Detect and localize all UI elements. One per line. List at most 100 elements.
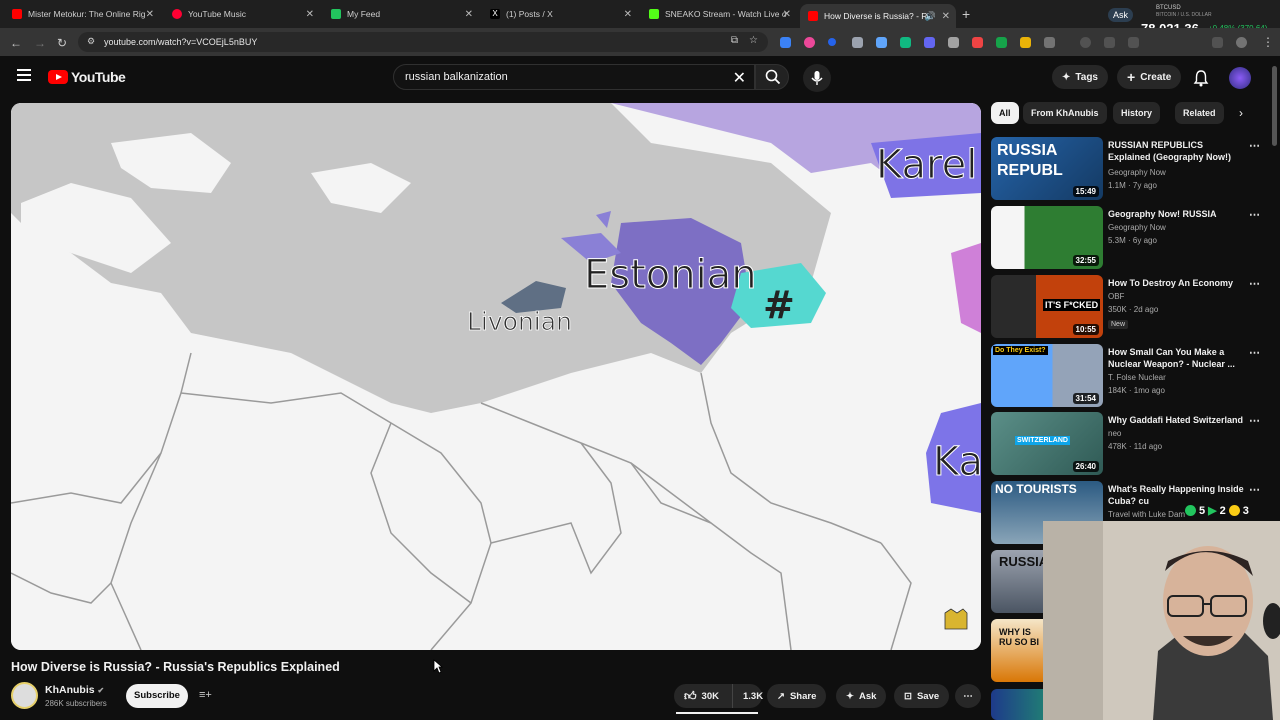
extension-icon[interactable] (972, 37, 983, 48)
rec-channel[interactable]: Travel with Luke Dam (1108, 510, 1185, 519)
video-thumbnail[interactable]: RUSSIA REPUBL 15:49 (991, 137, 1103, 200)
chip-related[interactable]: Related (1175, 102, 1224, 124)
close-icon[interactable]: ✕ (942, 11, 950, 22)
more-vertical-icon[interactable]: ⋯ (1249, 277, 1260, 290)
video-player[interactable]: Estonian Livonian Karel Ka # (11, 103, 981, 650)
add-to-playlist-icon[interactable]: ≡+ (199, 689, 212, 701)
more-actions-button[interactable]: ⋯ (955, 684, 981, 708)
share-button[interactable]: ↗ Share (767, 684, 827, 708)
rec-title[interactable]: How To Destroy An Economy (1108, 277, 1244, 289)
search-input[interactable]: russian balkanization ✕ (393, 64, 755, 90)
reload-icon[interactable]: ↻ (57, 36, 67, 50)
clear-search-icon[interactable]: ✕ (733, 68, 746, 88)
chip-history[interactable]: History (1113, 102, 1161, 124)
ask-button[interactable]: ✦ Ask (836, 684, 887, 708)
rec-channel[interactable]: Geography Now (1108, 168, 1166, 177)
close-icon[interactable]: ✕ (146, 9, 154, 20)
recommendation-item[interactable]: 32:55 Geography Now! RUSSIA Geography No… (991, 206, 1271, 270)
chip-all[interactable]: All (991, 102, 1019, 124)
more-vertical-icon[interactable]: ⋯ (1249, 346, 1260, 359)
extension-icon[interactable] (804, 37, 815, 48)
back-icon[interactable]: ← (10, 36, 22, 50)
rec-channel[interactable]: T. Folse Nuclear (1108, 373, 1166, 382)
channel-name[interactable]: KhAnubis ✔ (45, 684, 104, 696)
btc-ticker[interactable]: Ask BTCUSD BITCOIN / U.S. DOLLAR 78,021.… (1108, 2, 1280, 36)
subscribe-button[interactable]: Subscribe (126, 684, 188, 708)
voice-search-button[interactable] (803, 64, 831, 92)
recommendation-item[interactable]: IT'S F*CKED 10:55 How To Destroy An Econ… (991, 275, 1271, 339)
hamburger-menu-icon[interactable] (17, 69, 31, 84)
profile-icon[interactable] (1236, 37, 1247, 48)
feed-favicon-icon (331, 9, 341, 19)
video-thumbnail[interactable]: SWITZERLAND 26:40 (991, 412, 1103, 475)
bookmark-star-icon[interactable]: ☆ (749, 35, 758, 46)
recommendation-item[interactable]: RUSSIA REPUBL 15:49 RUSSIAN REPUBLICS Ex… (991, 137, 1271, 201)
browser-tab[interactable]: X (1) Posts / X ✕ (482, 4, 638, 24)
extension-icon[interactable] (828, 38, 836, 46)
recommendation-item[interactable]: Do They Exist? 31:54 How Small Can You M… (991, 344, 1271, 408)
save-button[interactable]: ⊡ Save (894, 684, 950, 708)
extension-icon[interactable] (876, 37, 887, 48)
rec-channel[interactable]: neo (1108, 429, 1121, 438)
recommendation-item[interactable]: SWITZERLAND 26:40 Why Gaddafi Hated Swit… (991, 412, 1271, 476)
browser-tab[interactable]: My Feed ✕ (323, 4, 479, 24)
chip-from-channel[interactable]: From KhAnubis (1023, 102, 1107, 124)
rec-title[interactable]: Why Gaddafi Hated Switzerland (1108, 414, 1244, 426)
speaker-icon[interactable]: 🔊 (925, 11, 936, 22)
video-thumbnail[interactable]: Do They Exist? 31:54 (991, 344, 1103, 407)
extension-icon[interactable] (924, 37, 935, 48)
history-icon[interactable] (1080, 37, 1091, 48)
new-tab-icon[interactable]: + (962, 6, 970, 22)
more-vertical-icon[interactable]: ⋯ (1249, 139, 1260, 152)
dislike-button[interactable]: 1.3K (732, 684, 763, 708)
browser-tab[interactable]: SNEAKO Stream - Watch Live o ✕ (641, 4, 797, 24)
site-info-icon[interactable]: ⚙ (87, 36, 95, 47)
devtools-icon[interactable] (1128, 37, 1139, 48)
search-button[interactable] (755, 64, 789, 90)
download-icon[interactable] (1212, 37, 1223, 48)
chevron-right-icon[interactable]: › (1239, 106, 1243, 120)
extension-icon[interactable] (852, 37, 863, 48)
close-icon[interactable]: ✕ (624, 9, 632, 20)
install-icon[interactable]: ⧉ (731, 35, 738, 46)
more-vertical-icon[interactable]: ⋯ (1249, 483, 1260, 496)
url-bar[interactable]: ⚙ youtube.com/watch?v=VCOEjL5nBUY ⧉ ☆ (78, 32, 768, 52)
close-icon[interactable]: ✕ (306, 9, 314, 20)
url-text[interactable]: youtube.com/watch?v=VCOEjL5nBUY (104, 37, 257, 47)
video-thumbnail[interactable]: 32:55 (991, 206, 1103, 269)
browser-tab-active[interactable]: How Diverse is Russia? - Ru 🔊 ✕ (800, 4, 956, 28)
notifications-bell-icon[interactable] (1193, 69, 1209, 87)
browser-tab[interactable]: YouTube Music ✕ (164, 4, 320, 24)
rec-channel[interactable]: OBF (1108, 292, 1124, 301)
search-query[interactable]: russian balkanization (405, 71, 508, 83)
browser-menu-icon[interactable]: ⋮ (1262, 35, 1274, 49)
extension-icon[interactable] (1104, 37, 1115, 48)
extension-icon[interactable] (1020, 37, 1031, 48)
close-icon[interactable]: ✕ (465, 9, 473, 20)
channel-watermark-icon[interactable] (943, 608, 969, 632)
channel-avatar[interactable] (11, 682, 38, 709)
browser-tab[interactable]: Mister Metokur: The Online Rig ✕ (4, 4, 160, 24)
tags-button[interactable]: ✦ Tags (1052, 65, 1108, 89)
more-vertical-icon[interactable]: ⋯ (1249, 414, 1260, 427)
extension-icon[interactable] (780, 37, 791, 48)
rec-title[interactable]: How Small Can You Make a Nuclear Weapon?… (1108, 346, 1244, 370)
puzzle-icon[interactable] (1044, 37, 1055, 48)
rec-title[interactable]: RUSSIAN REPUBLICS Explained (Geography N… (1108, 139, 1244, 163)
rec-title[interactable]: Geography Now! RUSSIA (1108, 208, 1244, 220)
duration-badge: 26:40 (1072, 461, 1099, 472)
create-button[interactable]: + Create (1117, 65, 1182, 89)
extension-icon[interactable] (996, 37, 1007, 48)
extension-icon[interactable] (948, 37, 959, 48)
forward-icon[interactable]: → (34, 36, 46, 50)
avatar[interactable] (1229, 67, 1251, 89)
like-button[interactable]: 👍︎ 30K (674, 684, 732, 708)
youtube-logo[interactable]: YouTube (48, 69, 126, 85)
rec-channel[interactable]: Geography Now (1108, 223, 1166, 232)
ask-button[interactable]: Ask (1108, 8, 1134, 22)
more-vertical-icon[interactable]: ⋯ (1249, 208, 1260, 221)
extension-icon[interactable] (900, 37, 911, 48)
close-icon[interactable]: ✕ (783, 9, 791, 20)
video-thumbnail[interactable]: IT'S F*CKED 10:55 (991, 275, 1103, 338)
page-scrollbar[interactable] (1272, 66, 1277, 146)
